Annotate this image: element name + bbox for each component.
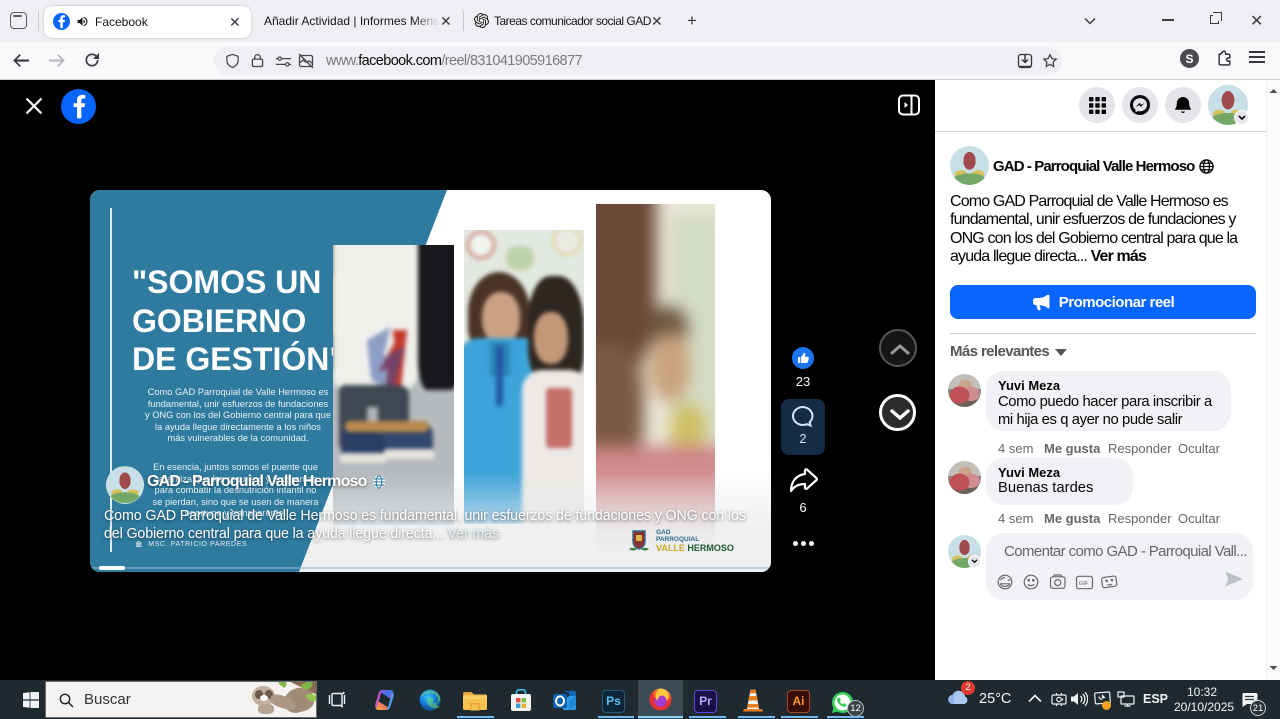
svg-text:GIF: GIF (1079, 581, 1089, 587)
